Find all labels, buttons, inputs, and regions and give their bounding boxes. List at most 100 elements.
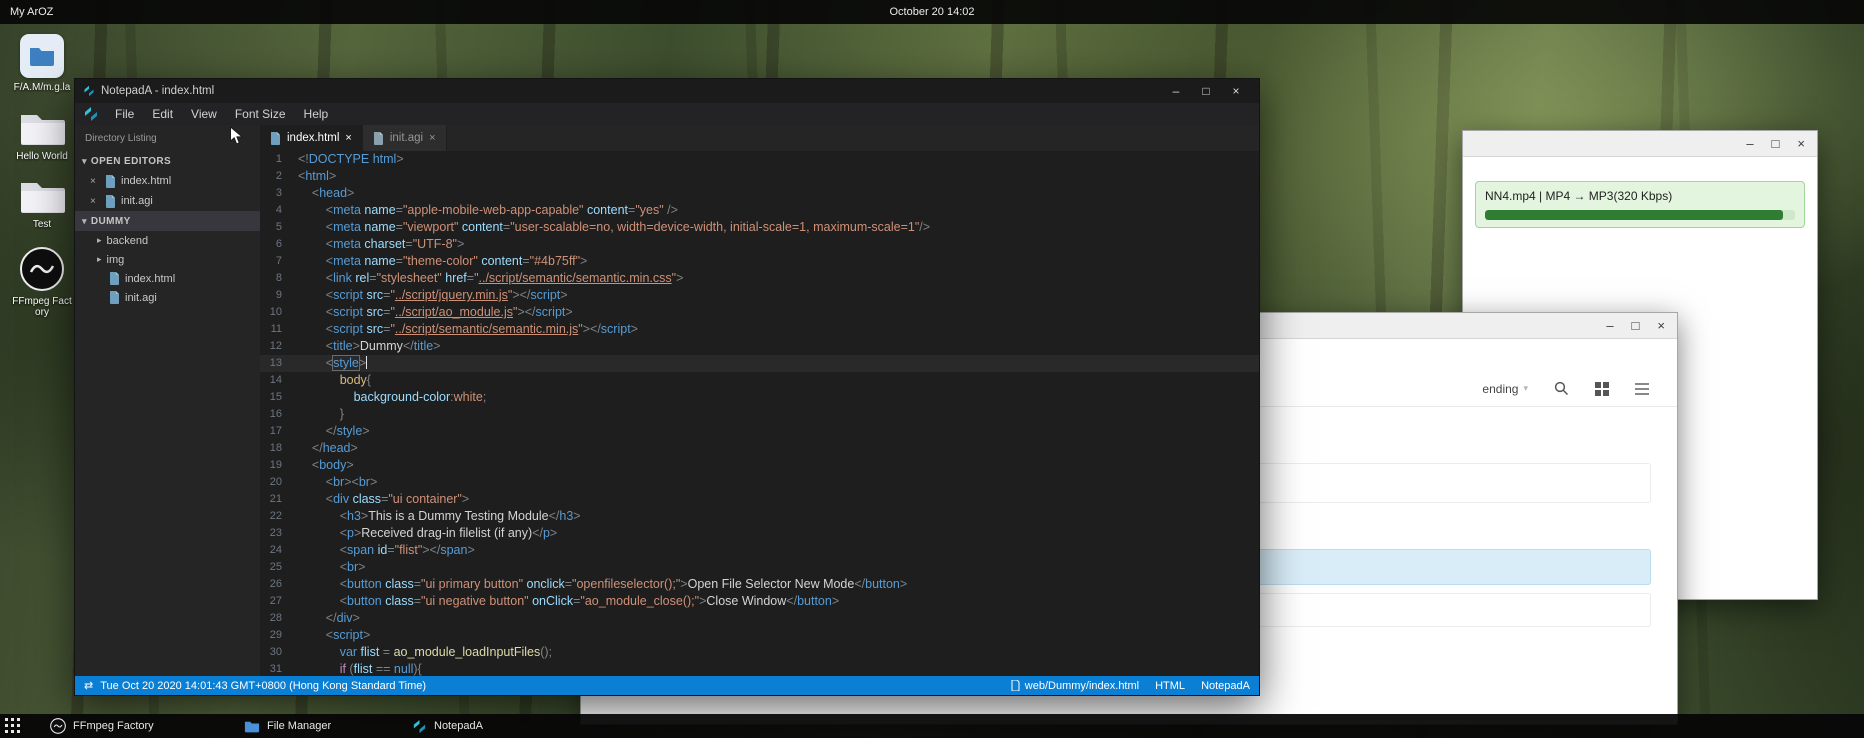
notepada-icon [412, 719, 427, 734]
code-line[interactable]: 14 body{ [260, 372, 1259, 389]
code-line[interactable]: 29 <script> [260, 627, 1259, 644]
aroz-host-menu[interactable]: My ArOZ [10, 6, 53, 18]
code-line[interactable]: 9 <script src="../script/jquery.min.js">… [260, 287, 1259, 304]
start-grid-icon [5, 718, 20, 733]
maximize-button[interactable]: □ [1772, 137, 1780, 150]
file-name: init.agi [125, 292, 157, 304]
code-area[interactable]: 1<!DOCTYPE html>2<html>3 <head>4 <meta n… [260, 151, 1259, 676]
code-line[interactable]: 23 <p>Received drag-in filelist (if any)… [260, 525, 1259, 542]
desktop-icon-ffmpeg-factory[interactable]: FFmpeg Factory [10, 246, 74, 319]
close-icon[interactable]: × [429, 132, 435, 144]
tab-index-html[interactable]: index.html × [260, 125, 363, 151]
menu-font-size[interactable]: Font Size [227, 105, 294, 123]
maximize-button[interactable]: □ [1632, 319, 1640, 332]
tree-item-index-html[interactable]: index.html [75, 269, 260, 288]
chevron-right-icon: ▸ [97, 254, 102, 265]
tree-item-backend[interactable]: ▸ backend [75, 231, 260, 250]
code-line[interactable]: 10 <script src="../script/ao_module.js">… [260, 304, 1259, 321]
search-icon[interactable] [1554, 381, 1569, 396]
file-manager-icon [244, 720, 260, 733]
project-section-header[interactable]: ▾ DUMMY [75, 211, 260, 231]
folder-icon [19, 177, 65, 215]
desktop-icon-test[interactable]: Test [10, 177, 74, 231]
code-line[interactable]: 28 </div> [260, 610, 1259, 627]
ffmpeg-window-titlebar[interactable]: – □ × [1463, 131, 1817, 157]
file-path-text: web/Dummy/index.html [1025, 680, 1139, 692]
code-line[interactable]: 13 <style> [260, 355, 1259, 372]
code-line[interactable]: 4 <meta name="apple-mobile-web-app-capab… [260, 202, 1259, 219]
code-line[interactable]: 16 } [260, 406, 1259, 423]
code-line[interactable]: 21 <div class="ui container"> [260, 491, 1259, 508]
code-line[interactable]: 3 <head> [260, 185, 1259, 202]
tree-item-init-agi[interactable]: init.agi [75, 288, 260, 307]
code-line[interactable]: 2<html> [260, 168, 1259, 185]
file-name: init.agi [121, 195, 153, 207]
minimize-button[interactable]: – [1606, 319, 1613, 332]
taskbar-item-notepada[interactable]: NotepadA [412, 714, 483, 738]
menu-help[interactable]: Help [296, 105, 337, 123]
close-icon[interactable]: × [345, 132, 351, 144]
clock: October 20 14:02 [889, 6, 974, 18]
desktop-icon-shortcut[interactable]: F/A.M/m.g.la [10, 34, 74, 94]
open-editor-item-init-agi[interactable]: × init.agi [75, 191, 260, 211]
taskbar-label: NotepadA [434, 720, 483, 732]
code-line[interactable]: 18 </head> [260, 440, 1259, 457]
start-menu-button[interactable] [5, 718, 20, 736]
code-line[interactable]: 31 if (flist == null){ [260, 661, 1259, 676]
code-line[interactable]: 15 background-color:white; [260, 389, 1259, 406]
code-line[interactable]: 17 </style> [260, 423, 1259, 440]
desktop-icon-label: F/A.M/m.g.la [14, 82, 71, 94]
minimap[interactable] [1183, 155, 1249, 248]
code-line[interactable]: 8 <link rel="stylesheet" href="../script… [260, 270, 1259, 287]
code-line[interactable]: 19 <body> [260, 457, 1259, 474]
code-line[interactable]: 11 <script src="../script/semantic/seman… [260, 321, 1259, 338]
code-line[interactable]: 27 <button class="ui negative button" on… [260, 593, 1259, 610]
close-button[interactable]: × [1221, 84, 1251, 98]
folder-name: backend [107, 235, 149, 247]
desktop-icon-hello-world[interactable]: Hello World [10, 109, 74, 163]
sync-icon[interactable]: ⇄ [84, 679, 93, 692]
code-line[interactable]: 25 <br> [260, 559, 1259, 576]
menu-view[interactable]: View [183, 105, 225, 123]
close-icon[interactable]: × [90, 176, 100, 187]
list-view-icon[interactable] [1635, 383, 1649, 395]
code-line[interactable]: 1<!DOCTYPE html> [260, 151, 1259, 168]
code-line[interactable]: 12 <title>Dummy</title> [260, 338, 1259, 355]
tree-item-img[interactable]: ▸ img [75, 250, 260, 269]
code-line[interactable]: 7 <meta name="theme-color" content="#4b7… [260, 253, 1259, 270]
status-file-path[interactable]: web/Dummy/index.html [1011, 680, 1139, 692]
code-line[interactable]: 6 <meta charset="UTF-8"> [260, 236, 1259, 253]
close-button[interactable]: × [1657, 319, 1665, 332]
menu-edit[interactable]: Edit [144, 105, 181, 123]
taskbar-item-file-manager[interactable]: File Manager [244, 714, 331, 738]
minimize-button[interactable]: – [1161, 84, 1191, 98]
file-icon [1011, 680, 1020, 691]
window-controls: – □ × [1161, 84, 1251, 98]
folder-icon [29, 45, 55, 67]
code-line[interactable]: 22 <h3>This is a Dummy Testing Module</h… [260, 508, 1259, 525]
close-button[interactable]: × [1797, 137, 1805, 150]
file-icon [109, 291, 120, 304]
notepada-titlebar[interactable]: NotepadA - index.html – □ × [75, 79, 1259, 103]
code-line[interactable]: 5 <meta name="viewport" content="user-sc… [260, 219, 1259, 236]
status-language[interactable]: HTML [1155, 680, 1185, 692]
grid-view-icon[interactable] [1595, 382, 1609, 396]
close-icon[interactable]: × [90, 196, 100, 207]
tab-init-agi[interactable]: init.agi × [363, 125, 447, 151]
code-line[interactable]: 24 <span id="flist"></span> [260, 542, 1259, 559]
section-label: OPEN EDITORS [91, 156, 171, 167]
code-line[interactable]: 20 <br><br> [260, 474, 1259, 491]
code-line[interactable]: 26 <button class="ui primary button" onc… [260, 576, 1259, 593]
file-icon [109, 272, 120, 285]
desktop-icon-column: F/A.M/m.g.la Hello World Test FFmpeg Fac… [10, 34, 74, 319]
minimize-button[interactable]: – [1746, 137, 1753, 150]
menu-file[interactable]: File [107, 105, 142, 123]
code-line[interactable]: 30 var flist = ao_module_loadInputFiles(… [260, 644, 1259, 661]
maximize-button[interactable]: □ [1191, 84, 1221, 98]
conversion-job-card: NN4.mp4 | MP4 → MP3(320 Kbps) [1475, 181, 1805, 228]
open-editor-item-index-html[interactable]: × index.html [75, 171, 260, 191]
ffmpeg-factory-icon [19, 246, 65, 292]
taskbar-item-ffmpeg-factory[interactable]: FFmpeg Factory [50, 714, 154, 738]
open-editors-section-header[interactable]: ▾ OPEN EDITORS [75, 151, 260, 171]
sort-dropdown[interactable]: ending ▾ [1482, 382, 1528, 396]
